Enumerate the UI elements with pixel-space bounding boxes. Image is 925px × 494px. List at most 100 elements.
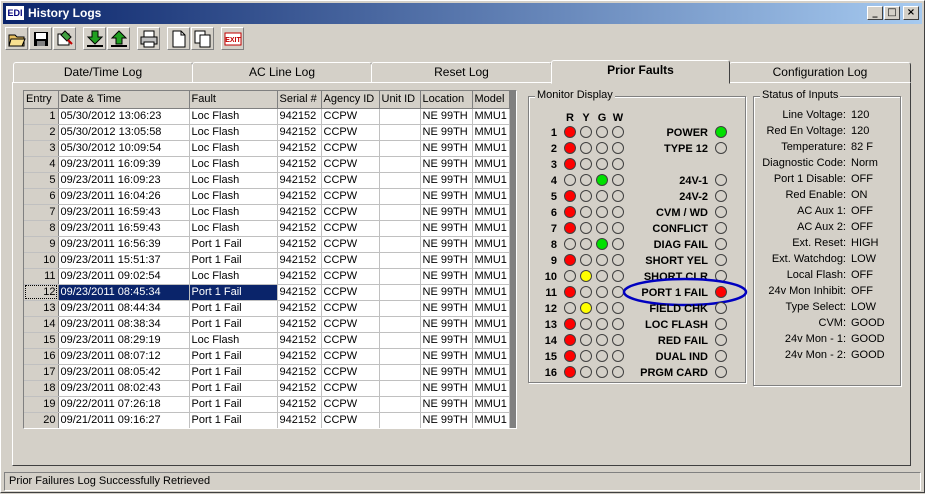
- indicator-label: LOC FLASH: [645, 319, 708, 331]
- channel-3-w-led: [612, 158, 624, 170]
- channel-7-r-led: [564, 222, 576, 234]
- channel-11-r-led: [564, 286, 576, 298]
- channel-15-y-led: [580, 350, 592, 362]
- status-value: GOOD: [851, 333, 885, 345]
- tab-prior-faults[interactable]: Prior Faults: [551, 60, 730, 84]
- status-label: Port 1 Disable:: [773, 173, 846, 185]
- status-label: 24v Mon - 1:: [784, 333, 846, 345]
- status-row: Type Select: LOW: [756, 301, 896, 315]
- channel-15-g-led: [596, 350, 608, 362]
- channel-2-w-led: [612, 142, 624, 154]
- channel-10-w-led: [612, 270, 624, 282]
- channel-6-y-led: [580, 206, 592, 218]
- status-label: CVM:: [818, 317, 847, 329]
- channel-1-w-led: [612, 126, 624, 138]
- channel-6-g-led: [596, 206, 608, 218]
- channel-5-y-led: [580, 190, 592, 202]
- channel-1-g-led: [596, 126, 608, 138]
- status-label: Red En Voltage:: [766, 125, 846, 137]
- status-row: Port 1 Disable: OFF: [756, 173, 896, 187]
- status-label: Ext. Watchdog:: [771, 253, 846, 265]
- channel-9-r-led: [564, 254, 576, 266]
- channel-number: 9: [551, 255, 557, 267]
- channel-2-y-led: [580, 142, 592, 154]
- channel-2-r-led: [564, 142, 576, 154]
- status-value: LOW: [851, 253, 877, 265]
- status-row: Temperature: 82 F: [756, 141, 896, 155]
- status-row: Local Flash: OFF: [756, 269, 896, 283]
- channel-16-g-led: [596, 366, 608, 378]
- channel-number: 12: [545, 303, 557, 315]
- channel-10-r-led: [564, 270, 576, 282]
- channel-12-r-led: [564, 302, 576, 314]
- channel-number: 4: [551, 175, 558, 187]
- status-label: Line Voltage:: [782, 109, 846, 121]
- indicator-led: [715, 206, 727, 218]
- channel-14-y-led: [580, 334, 592, 346]
- status-value: 120: [851, 125, 870, 137]
- indicator-label: POWER: [666, 127, 708, 139]
- channel-4-w-led: [612, 174, 624, 186]
- channel-8-w-led: [612, 238, 624, 250]
- channel-10-g-led: [596, 270, 608, 282]
- status-row: Red Enable: ON: [756, 189, 896, 203]
- indicator-label: DUAL IND: [656, 351, 708, 363]
- status-label: AC Aux 2:: [797, 221, 846, 233]
- channel-1-r-led: [564, 126, 576, 138]
- indicator-led: [715, 222, 727, 234]
- status-row: Ext. Watchdog: LOW: [756, 253, 896, 267]
- status-value: 82 F: [851, 141, 874, 153]
- channel-8-g-led: [596, 238, 608, 250]
- indicator-led: [715, 318, 727, 330]
- status-label: Local Flash:: [786, 269, 846, 281]
- channel-2-g-led: [596, 142, 608, 154]
- status-row: CVM: GOOD: [756, 317, 896, 331]
- indicator-led: [715, 350, 727, 362]
- indicator-led: [715, 126, 727, 138]
- status-value: GOOD: [851, 317, 885, 329]
- channel-number: 14: [545, 335, 558, 347]
- status-bar: Prior Failures Log Successfully Retrieve…: [4, 472, 921, 491]
- status-value: 120: [851, 109, 870, 121]
- channel-13-r-led: [564, 318, 576, 330]
- indicator-led: [715, 190, 727, 202]
- channel-7-w-led: [612, 222, 624, 234]
- status-value: OFF: [851, 285, 873, 297]
- channel-11-g-led: [596, 286, 608, 298]
- status-row: Ext. Reset: HIGH: [756, 237, 896, 251]
- channel-number: 15: [545, 351, 557, 363]
- channel-9-g-led: [596, 254, 608, 266]
- status-label: Temperature:: [781, 141, 846, 153]
- channel-4-r-led: [564, 174, 576, 186]
- indicator-label: 24V-2: [679, 191, 708, 203]
- channel-5-g-led: [596, 190, 608, 202]
- channel-8-r-led: [564, 238, 576, 250]
- channel-number: 6: [551, 207, 557, 219]
- channel-13-y-led: [580, 318, 592, 330]
- channel-9-y-led: [580, 254, 592, 266]
- status-value: LOW: [851, 301, 877, 313]
- column-letter-w: W: [613, 112, 624, 124]
- column-letter-r: R: [566, 112, 574, 124]
- status-row: 24v Mon - 1: GOOD: [756, 333, 896, 347]
- status-row: Diagnostic Code: Norm: [756, 157, 896, 171]
- indicator-led: [715, 238, 727, 250]
- channel-12-g-led: [596, 302, 608, 314]
- channel-number: 1: [551, 127, 557, 139]
- indicator-label: DIAG FAIL: [654, 239, 709, 251]
- indicator-led: [715, 286, 727, 298]
- channel-7-g-led: [596, 222, 608, 234]
- channel-number: 2: [551, 143, 557, 155]
- column-letter-y: Y: [582, 112, 590, 124]
- channel-11-w-led: [612, 286, 624, 298]
- channel-4-g-led: [596, 174, 608, 186]
- channel-4-y-led: [580, 174, 592, 186]
- indicator-label: CVM / WD: [656, 207, 708, 219]
- status-label: Ext. Reset:: [792, 237, 846, 249]
- indicator-led: [715, 142, 727, 154]
- status-row: AC Aux 1: OFF: [756, 205, 896, 219]
- channel-3-r-led: [564, 158, 576, 170]
- channel-8-y-led: [580, 238, 592, 250]
- channel-12-w-led: [612, 302, 624, 314]
- status-value: OFF: [851, 205, 873, 217]
